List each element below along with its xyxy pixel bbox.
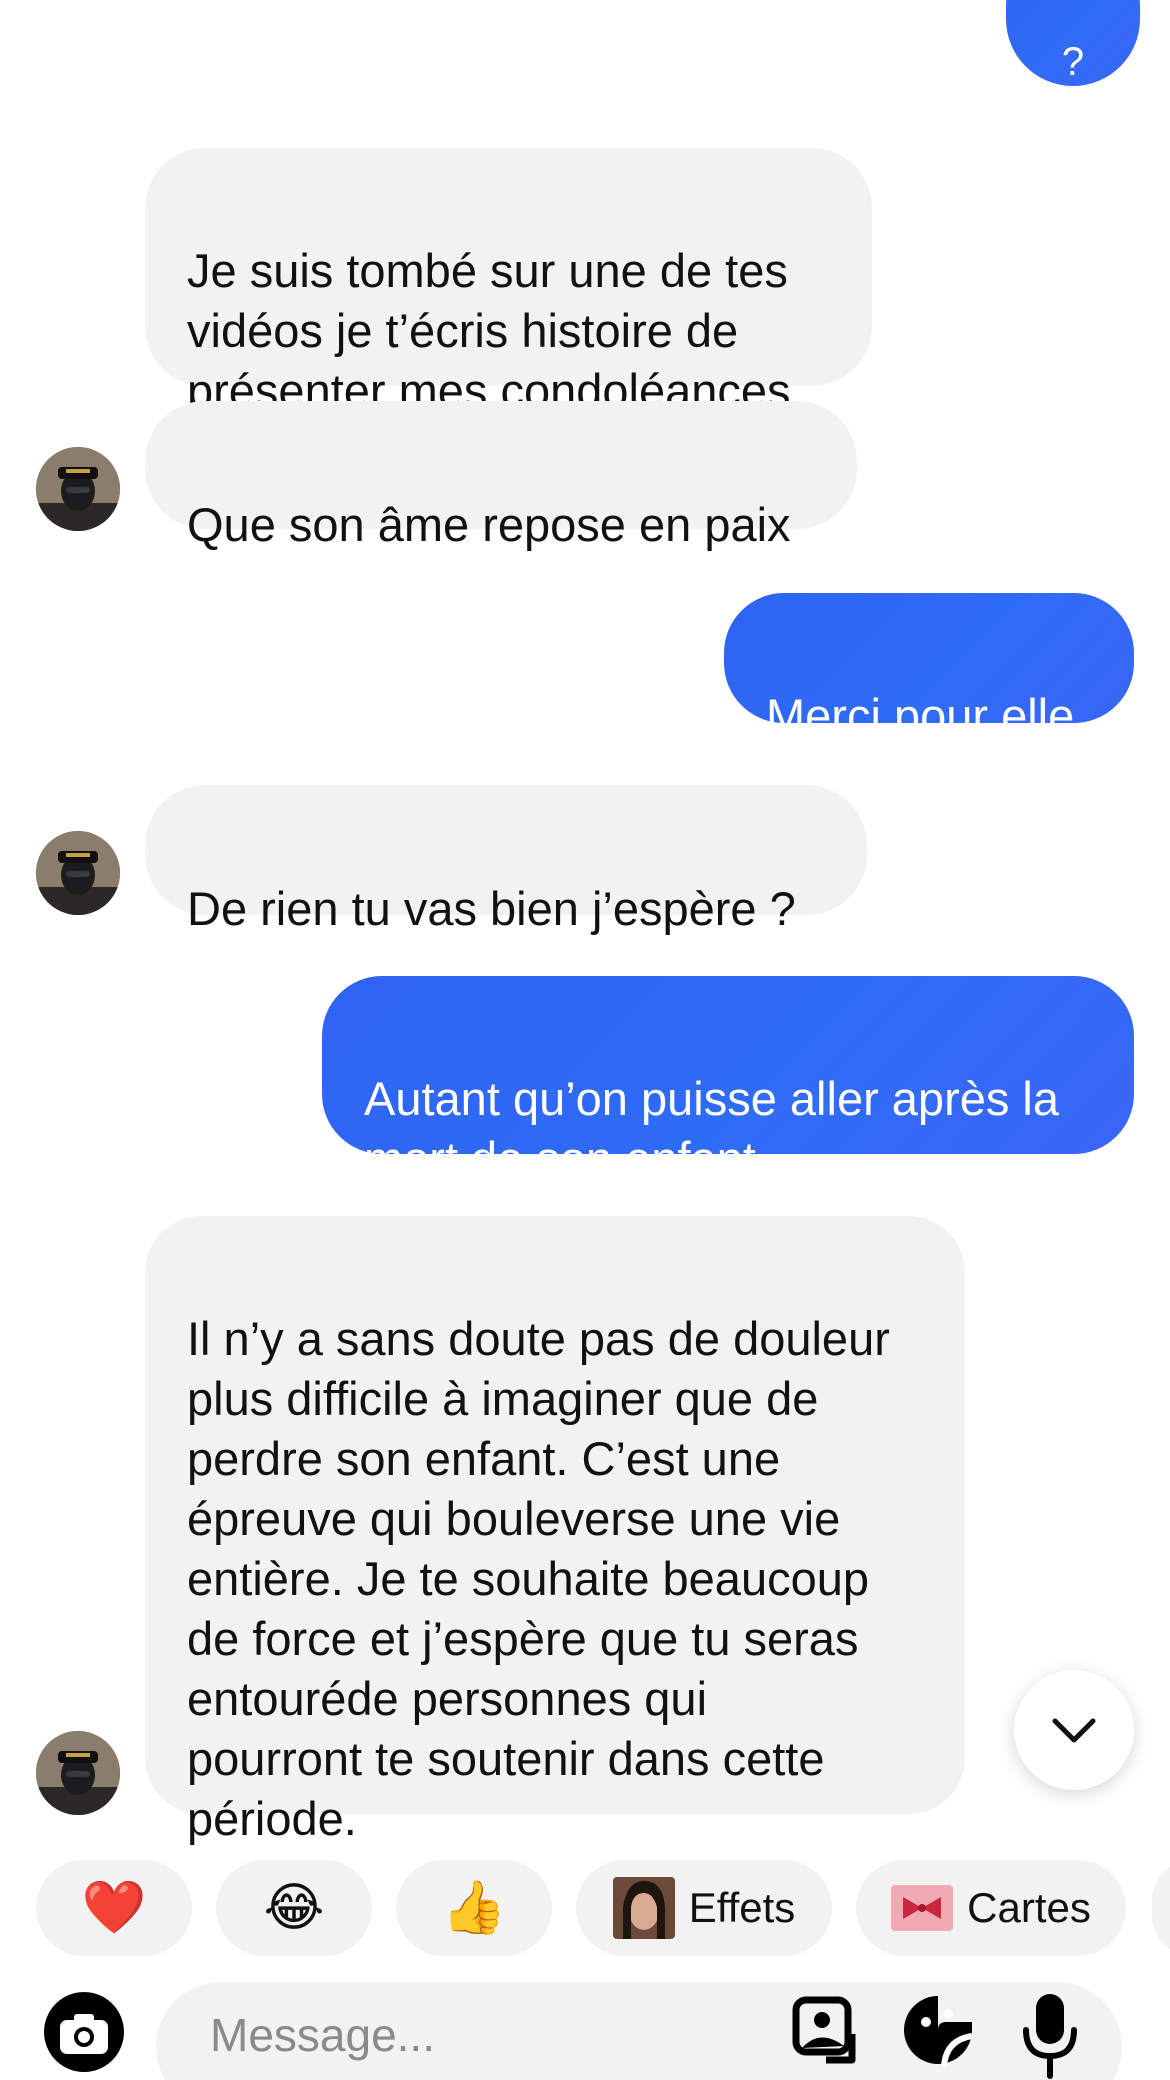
message-text: Autant qu’on puisse aller après la mort … — [364, 1072, 1059, 1185]
contact-avatar[interactable] — [36, 447, 120, 531]
message-text: Merci pour elle — [766, 689, 1075, 742]
message-text: Que son âme repose en paix — [187, 498, 791, 551]
reaction-laugh-button[interactable]: 😂 — [216, 1860, 372, 1956]
chat-screen: ? Je suis tombé sur une de tes vidéos je… — [0, 0, 1170, 2080]
message-outgoing[interactable]: Merci pour elle — [724, 593, 1134, 742]
thumbs-up-icon: 👍 — [441, 1879, 507, 1937]
microphone-icon — [1023, 1994, 1077, 2079]
contact-avatar[interactable] — [36, 831, 120, 915]
camera-icon — [44, 1992, 124, 2072]
effects-button[interactable]: Effets — [576, 1860, 832, 1956]
microphone-button[interactable] — [1020, 1990, 1080, 2080]
message-incoming[interactable]: Il n’y a sans doute pas de douleur plus … — [145, 1216, 965, 1845]
camera-button[interactable] — [44, 1992, 124, 2072]
avatar-image — [36, 447, 120, 531]
avatar-image — [36, 831, 120, 915]
effects-thumbnail-icon — [612, 1877, 675, 1939]
message-incoming[interactable]: De rien tu vas bien j’espère ? — [145, 785, 867, 935]
message-composer — [0, 1980, 1170, 2080]
message-text: ? — [1061, 40, 1085, 84]
heart-icon: ❤️ — [81, 1879, 147, 1937]
message-outgoing-partial[interactable]: ? — [1006, 0, 1140, 86]
quick-reactions-bar: ❤️ 😂 👍 Effets Cartes — [0, 1860, 1170, 1958]
scroll-to-bottom-button[interactable] — [1014, 1670, 1134, 1790]
more-chip[interactable] — [1152, 1860, 1170, 1956]
gallery-button[interactable] — [790, 1994, 860, 2074]
laughing-face-icon: 😂 — [263, 1879, 325, 1937]
sticker-button[interactable] — [900, 1992, 976, 2072]
reaction-thumbs-up-button[interactable]: 👍 — [396, 1860, 552, 1956]
message-incoming[interactable]: Que son âme repose en paix — [145, 401, 857, 551]
message-text: Je suis tombé sur une de tes vidéos je t… — [187, 244, 791, 417]
cards-label: Cartes — [967, 1884, 1091, 1931]
chevron-down-icon — [1052, 1718, 1096, 1743]
reaction-heart-button[interactable]: ❤️ — [36, 1860, 192, 1956]
message-text: De rien tu vas bien j’espère ? — [187, 882, 796, 935]
sticker-icon — [904, 1996, 973, 2067]
gift-card-icon — [891, 1877, 954, 1939]
contact-avatar[interactable] — [36, 1731, 120, 1815]
message-outgoing[interactable]: Autant qu’on puisse aller après la mort … — [322, 976, 1134, 1185]
cards-button[interactable]: Cartes — [856, 1860, 1126, 1956]
message-text: Il n’y a sans doute pas de douleur plus … — [187, 1312, 890, 1845]
message-incoming[interactable]: Je suis tombé sur une de tes vidéos je t… — [145, 148, 872, 417]
avatar-image — [36, 1731, 120, 1815]
message-input[interactable] — [210, 2008, 750, 2062]
gallery-icon — [792, 1996, 856, 2064]
effects-label: Effets — [688, 1884, 796, 1931]
